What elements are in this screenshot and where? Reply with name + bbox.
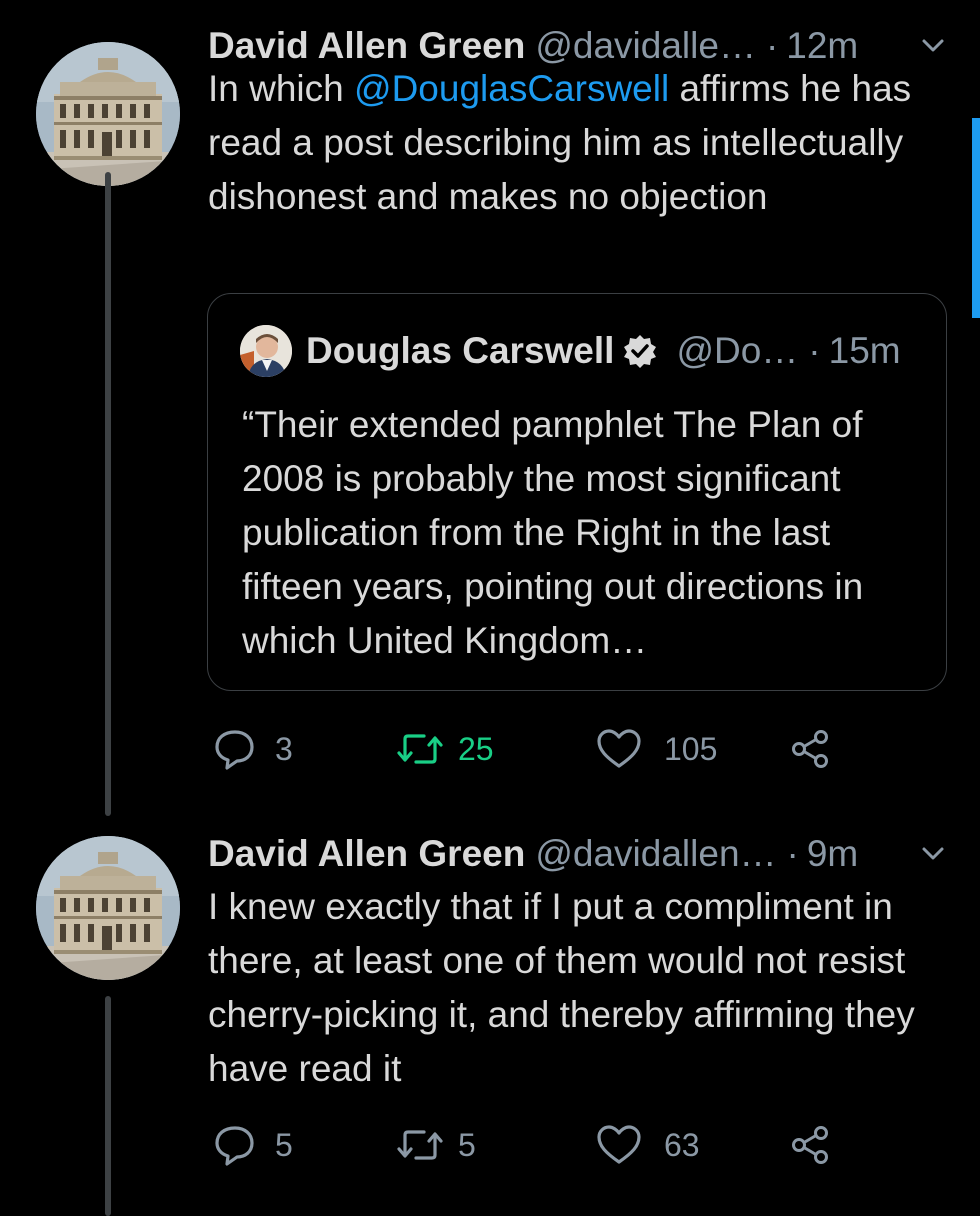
thread-line [105,996,111,1216]
author-handle[interactable]: @davidallen… [535,833,776,875]
avatar[interactable] [36,42,180,186]
quoted-avatar[interactable] [240,325,292,377]
verified-badge-icon [624,335,657,368]
retweet-count: 25 [458,730,494,767]
person-photo [240,325,292,377]
quoted-tweet[interactable]: Douglas Carswell @Do… · 15m “Their exten… [207,293,947,691]
action-bar: 3 25 105 [213,724,853,774]
reply-icon [215,730,254,770]
author-name[interactable]: David Allen Green [208,833,525,875]
author-handle[interactable]: @davidalle… [535,25,756,67]
share-icon [792,730,828,768]
thread-line [105,172,111,816]
share-button[interactable] [790,724,832,774]
timestamp[interactable]: 12m [786,25,858,67]
reply-button[interactable]: 3 [213,724,293,774]
separator-dot: · [786,833,799,874]
tweet-header: David Allen Green @davidallen… · 9m [208,822,858,886]
tweet-text: In which @DouglasCarswell affirms he has… [208,62,928,224]
like-button[interactable]: 63 [596,1120,700,1170]
share-button[interactable] [790,1120,832,1170]
quoted-author-name[interactable]: Douglas Carswell [306,330,614,372]
action-bar: 5 5 63 [213,1120,853,1170]
retweet-icon [397,1130,443,1160]
retweet-button[interactable]: 5 [396,1120,476,1170]
share-icon [792,1126,828,1164]
heart-icon [597,1125,641,1164]
heart-icon [597,729,641,768]
reply-count: 3 [275,730,293,767]
retweet-button[interactable]: 25 [396,724,494,774]
tweet-text-part: In which [208,68,355,109]
reply-button[interactable]: 5 [213,1120,293,1170]
tweet-text: I knew exactly that if I put a complimen… [208,886,915,1089]
author-name[interactable]: David Allen Green [208,25,525,67]
chevron-down-icon[interactable] [918,30,948,60]
reply-icon [215,1126,254,1166]
quoted-author-handle[interactable]: @Do… [676,330,798,372]
avatar[interactable] [36,836,180,980]
reply-count: 5 [275,1126,293,1163]
retweet-count: 5 [458,1126,476,1163]
quoted-tweet-text: “Their extended pamphlet The Plan of 200… [242,404,864,661]
like-count: 63 [664,1126,700,1163]
scrollbar[interactable] [972,118,980,318]
mention-link[interactable]: @DouglasCarswell [354,68,669,109]
building-image [36,42,180,186]
like-button[interactable]: 105 [596,724,717,774]
chevron-down-icon[interactable] [918,838,948,868]
separator-dot: · [808,330,821,371]
separator-dot: · [765,25,779,66]
quoted-timestamp[interactable]: 15m [829,330,901,372]
building-image [36,836,180,980]
quoted-tweet-header: Douglas Carswell @Do… · 15m [240,324,901,378]
timestamp[interactable]: 9m [807,833,858,875]
retweet-icon [397,734,443,764]
like-count: 105 [664,730,718,767]
